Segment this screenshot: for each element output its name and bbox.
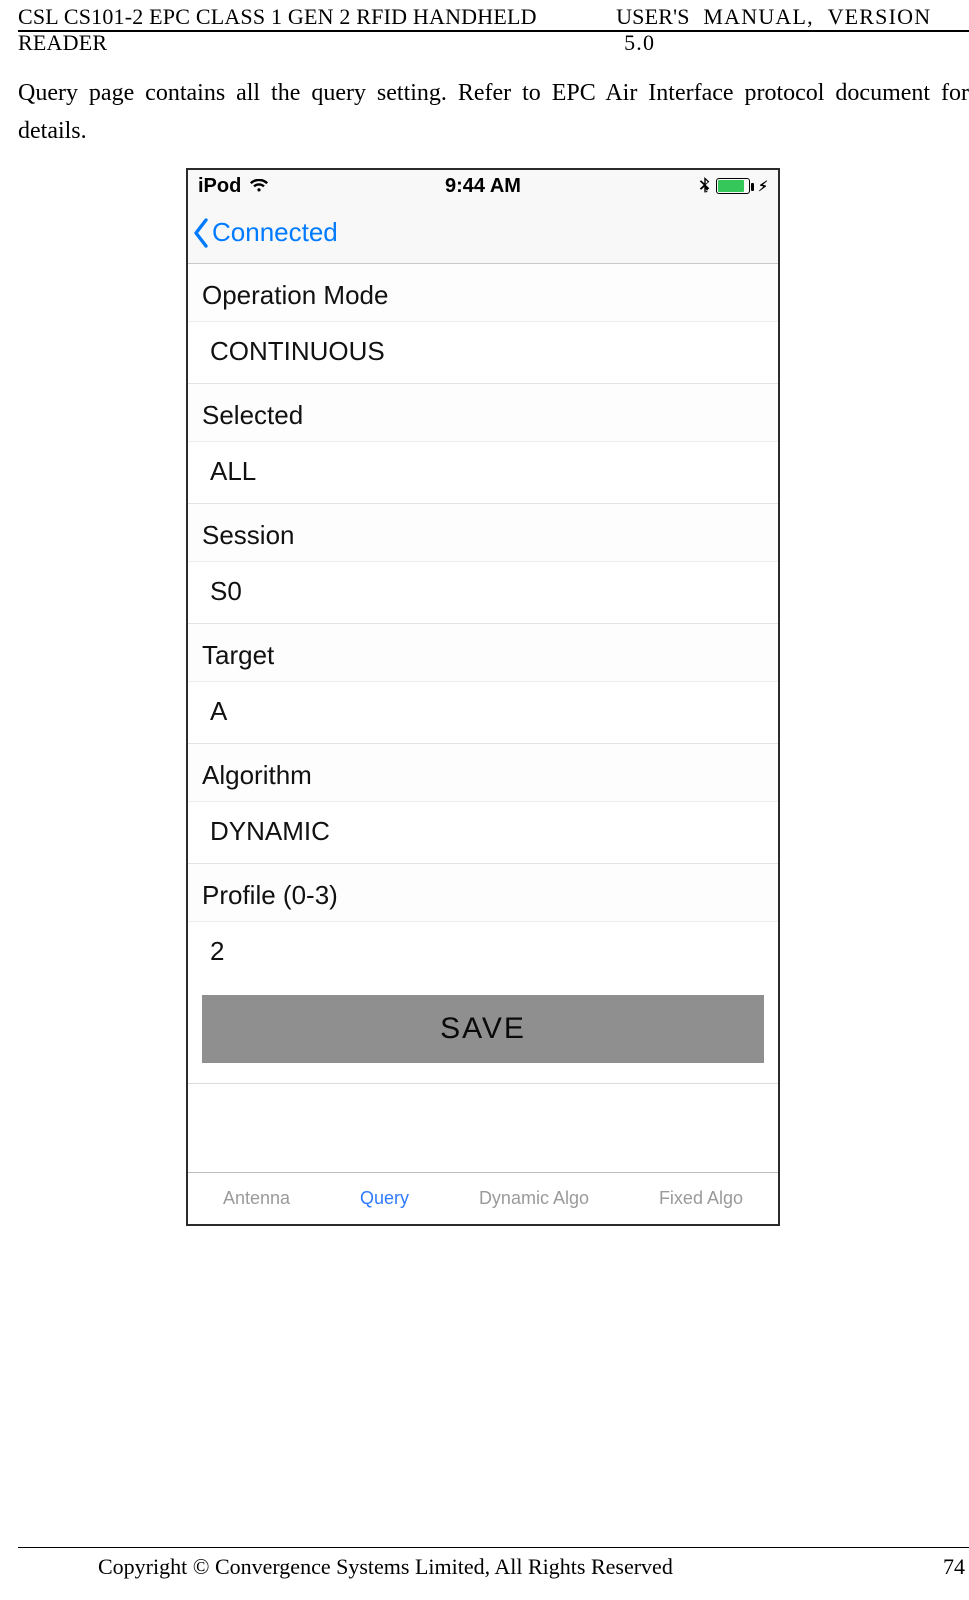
profile-label: Profile (0-3) — [188, 864, 778, 921]
tab-dynamic-algo[interactable]: Dynamic Algo — [473, 1174, 595, 1223]
blank-space — [188, 1084, 778, 1102]
footer-page-number: 74 — [943, 1554, 969, 1580]
session-value[interactable]: S0 — [188, 561, 778, 623]
query-form: Operation Mode CONTINUOUS Selected ALL S… — [188, 264, 778, 1102]
tab-fixed-algo[interactable]: Fixed Algo — [653, 1174, 749, 1223]
algorithm-label: Algorithm — [188, 744, 778, 801]
screenshot-frame: iPod 9:44 AM ⚡︎ Connected — [186, 168, 780, 1226]
target-value[interactable]: A — [188, 681, 778, 743]
profile-value[interactable]: 2 — [188, 921, 778, 983]
footer-copyright: Copyright © Convergence Systems Limited,… — [18, 1554, 673, 1580]
save-button[interactable]: SAVE — [202, 995, 764, 1063]
footer-rule — [18, 1547, 969, 1548]
selected-value[interactable]: ALL — [188, 441, 778, 503]
back-label: Connected — [212, 217, 338, 248]
back-button[interactable]: Connected — [192, 217, 338, 248]
session-label: Session — [188, 504, 778, 561]
battery-icon — [716, 178, 750, 194]
target-label: Target — [188, 624, 778, 681]
tab-antenna[interactable]: Antenna — [217, 1174, 296, 1223]
algorithm-value[interactable]: DYNAMIC — [188, 801, 778, 863]
page-footer: Copyright © Convergence Systems Limited,… — [18, 1554, 969, 1580]
header-rule — [18, 30, 969, 32]
chevron-left-icon — [192, 218, 210, 248]
nav-header: Connected — [188, 202, 778, 264]
tab-query[interactable]: Query — [354, 1174, 415, 1223]
ios-status-bar: iPod 9:44 AM ⚡︎ — [188, 170, 778, 202]
bottom-tab-bar: Antenna Query Dynamic Algo Fixed Algo — [188, 1172, 778, 1224]
selected-label: Selected — [188, 384, 778, 441]
status-time: 9:44 AM — [188, 175, 778, 198]
body-paragraph: Query page contains all the query settin… — [18, 74, 969, 150]
operation-mode-value[interactable]: CONTINUOUS — [188, 321, 778, 383]
operation-mode-label: Operation Mode — [188, 264, 778, 321]
